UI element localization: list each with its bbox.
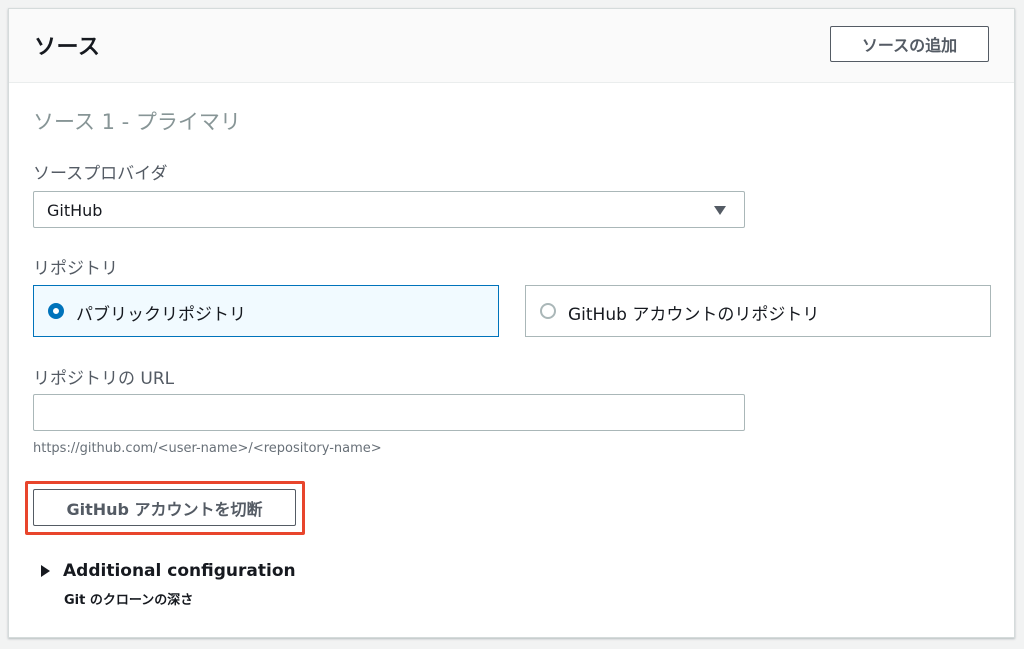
source-provider-label: ソースプロバイダ (33, 164, 168, 184)
add-source-button[interactable]: ソースの追加 (830, 26, 989, 62)
repository-url-hint: https://github.com/<user-name>/<reposito… (33, 441, 382, 456)
source-panel: ソース ソースの追加 ソース 1 - プライマリ ソースプロバイダ GitHub… (8, 8, 1015, 638)
radio-unselected-icon[interactable] (540, 303, 556, 319)
radio-selected-icon[interactable] (48, 303, 64, 319)
panel-header: ソース ソースの追加 (9, 9, 1014, 83)
caret-right-icon (41, 565, 50, 577)
repository-url-label: リポジトリの URL (33, 369, 175, 389)
radio-github-account-repository-label: GitHub アカウントのリポジトリ (568, 305, 820, 325)
disconnect-github-button[interactable]: GitHub アカウントを切断 (33, 489, 296, 526)
caret-down-icon (714, 206, 726, 215)
repository-label: リポジトリ (33, 259, 118, 279)
additional-configuration-label: Additional configuration (63, 561, 296, 581)
section-title: ソース 1 - プライマリ (33, 110, 241, 134)
additional-configuration-description: Git のクローンの深さ (64, 593, 194, 608)
radio-public-repository-label: パブリックリポジトリ (76, 305, 246, 325)
source-provider-select[interactable]: GitHub (33, 191, 745, 228)
panel-title: ソース (34, 35, 101, 60)
radio-public-repository[interactable]: パブリックリポジトリ (33, 285, 499, 337)
repository-url-input[interactable] (33, 394, 745, 431)
additional-configuration-toggle[interactable]: Additional configuration (41, 561, 296, 581)
radio-github-account-repository[interactable]: GitHub アカウントのリポジトリ (525, 285, 991, 337)
source-provider-value: GitHub (47, 201, 103, 220)
